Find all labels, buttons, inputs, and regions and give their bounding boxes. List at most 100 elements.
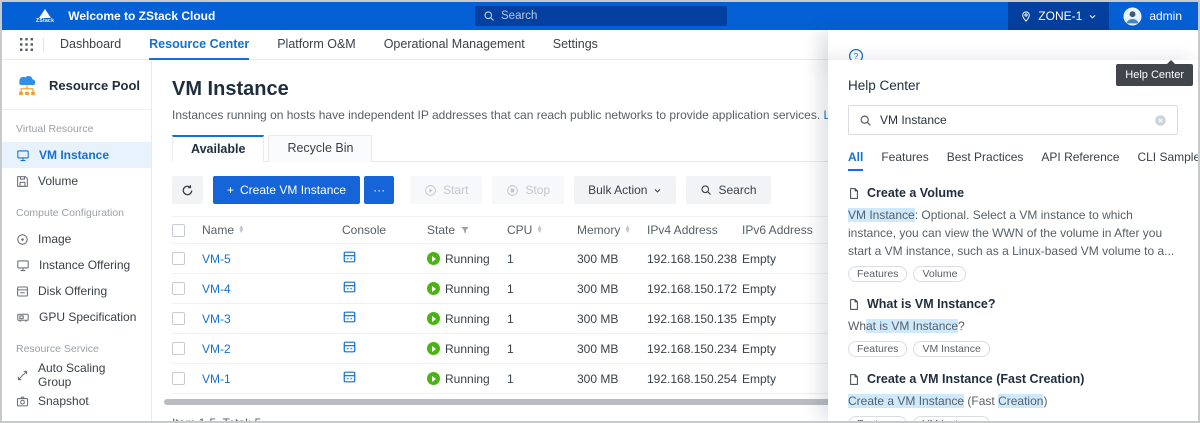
console-icon[interactable] [342, 280, 357, 294]
sidebar-item-label: Disk Offering [38, 284, 107, 298]
row-checkbox[interactable] [172, 372, 185, 385]
topbar-right: ZONE-1 admin [1008, 2, 1198, 30]
running-state-icon [427, 312, 440, 325]
console-icon[interactable] [342, 250, 357, 264]
user-menu[interactable]: admin [1109, 7, 1198, 26]
nav-item-operational-management[interactable]: Operational Management [384, 30, 525, 60]
ellipsis-icon: ··· [373, 183, 385, 197]
help-tab-best-practices[interactable]: Best Practices [947, 150, 1024, 171]
select-all-checkbox[interactable] [172, 224, 185, 237]
bulk-action-label: Bulk Action [588, 183, 647, 197]
tag[interactable]: Features [848, 266, 907, 282]
nav-item-settings[interactable]: Settings [553, 30, 598, 60]
vm-name-link[interactable]: VM-3 [202, 312, 231, 326]
zone-selector[interactable]: ZONE-1 [1008, 2, 1109, 30]
cpu-value: 1 [507, 342, 577, 356]
chevron-down-icon [653, 186, 662, 195]
help-result-link[interactable]: Create a VM Instance (Fast Creation) [848, 372, 1178, 386]
sidebar-item-instance-offering[interactable]: Instance Offering [2, 252, 151, 278]
table-search-button[interactable]: Search [686, 176, 770, 204]
tag[interactable]: Features [848, 341, 907, 357]
sidebar-item-auto-scaling-group[interactable]: Auto Scaling Group [2, 362, 151, 388]
console-icon[interactable] [342, 370, 357, 384]
tag[interactable]: VM Instance [913, 416, 989, 421]
sidebar-item-volume[interactable]: Volume [2, 168, 151, 194]
cpu-value: 1 [507, 312, 577, 326]
console-icon[interactable] [342, 310, 357, 324]
sort-icon[interactable]: ▲▼ [238, 226, 244, 234]
running-state-icon [427, 342, 440, 355]
zstack-logo-text: ZStack [36, 19, 54, 24]
location-pin-icon [1020, 10, 1032, 23]
help-result-title: What is VM Instance? [867, 297, 996, 311]
start-button[interactable]: Start [410, 176, 482, 204]
sidebar-item-gpu-specification[interactable]: GPU Specification [2, 304, 151, 330]
ipv4-value: 192.168.150.135 [647, 312, 742, 326]
row-checkbox[interactable] [172, 252, 185, 265]
vm-name-link[interactable]: VM-4 [202, 282, 231, 296]
help-result-snippet: VM Instance: Optional. Select a VM insta… [848, 206, 1178, 260]
help-tab-all[interactable]: All [848, 150, 863, 171]
nav-item-platform-om[interactable]: Platform O&M [277, 30, 356, 60]
sidebar-item-image[interactable]: Image [2, 226, 151, 252]
stop-button[interactable]: Stop [492, 176, 564, 204]
sort-icon[interactable]: ▲▼ [536, 226, 542, 234]
document-icon [848, 373, 860, 386]
more-actions-button[interactable]: ··· [364, 176, 394, 204]
nav-item-dashboard[interactable]: Dashboard [60, 30, 121, 60]
sort-icon[interactable]: ▲▼ [624, 226, 630, 234]
help-search-input[interactable] [880, 113, 1146, 127]
auto-scaling-icon [16, 369, 29, 382]
image-target-icon [16, 233, 29, 246]
stop-icon [506, 184, 519, 197]
help-center-tooltip: Help Center [1116, 64, 1193, 86]
vm-name-link[interactable]: VM-5 [202, 252, 231, 266]
snapshot-camera-icon [16, 395, 29, 408]
chevron-down-icon [1088, 12, 1097, 21]
help-result-link[interactable]: What is VM Instance? [848, 297, 1178, 311]
global-search-input[interactable]: Search [475, 6, 727, 26]
resource-pool-header[interactable]: Resource Pool [2, 70, 151, 110]
ipv4-value: 192.168.150.254 [647, 372, 742, 386]
help-tab-features[interactable]: Features [881, 150, 928, 171]
column-header-state: State [427, 223, 455, 237]
help-tabs: All Features Best Practices API Referenc… [848, 150, 1178, 171]
vm-name-link[interactable]: VM-2 [202, 342, 231, 356]
tab-recycle-bin[interactable]: Recycle Bin [268, 135, 372, 162]
row-checkbox[interactable] [172, 342, 185, 355]
column-header-ipv4: IPv4 Address [647, 223, 742, 237]
horizontal-scrollbar[interactable] [164, 399, 836, 405]
bulk-action-button[interactable]: Bulk Action [574, 176, 676, 204]
vm-name-link[interactable]: VM-1 [202, 372, 231, 386]
sidebar-item-disk-offering[interactable]: Disk Offering [2, 278, 151, 304]
column-header-memory: Memory [577, 223, 620, 237]
tag[interactable]: VM Instance [913, 341, 989, 357]
column-header-console: Console [342, 223, 427, 237]
ipv4-value: 192.168.150.238 [647, 252, 742, 266]
tab-available[interactable]: Available [172, 135, 264, 162]
row-checkbox[interactable] [172, 312, 185, 325]
tag[interactable]: Features [848, 416, 907, 421]
console-icon[interactable] [342, 340, 357, 354]
clear-search-icon[interactable] [1154, 114, 1167, 127]
help-result-link[interactable]: Create a Volume [848, 186, 1178, 200]
row-checkbox[interactable] [172, 282, 185, 295]
tag[interactable]: Volume [913, 266, 966, 282]
help-result-tags: Features Volume [848, 266, 1178, 282]
state-label: Running [445, 282, 490, 296]
refresh-button[interactable] [172, 176, 203, 204]
help-tab-api-reference[interactable]: API Reference [1041, 150, 1119, 171]
nav-icon-group: ? [1052, 37, 1186, 53]
sidebar-item-vm-instance[interactable]: VM Instance [2, 142, 151, 168]
app-grid-icon[interactable] [20, 38, 33, 51]
help-tab-cli-samples[interactable]: CLI Samples [1137, 150, 1198, 171]
filter-funnel-icon[interactable] [460, 225, 470, 235]
vm-monitor-icon [16, 149, 30, 162]
sidebar-item-affinity-group[interactable]: Affinity Group [2, 414, 151, 423]
sidebar-item-snapshot[interactable]: Snapshot [2, 388, 151, 414]
resource-pool-label: Resource Pool [49, 78, 140, 93]
help-result-tags: Features VM Instance [848, 416, 1178, 421]
create-vm-instance-button[interactable]: + Create VM Instance [213, 176, 360, 204]
nav-item-resource-center[interactable]: Resource Center [149, 30, 249, 60]
zstack-logo[interactable]: ZStack [36, 9, 54, 24]
